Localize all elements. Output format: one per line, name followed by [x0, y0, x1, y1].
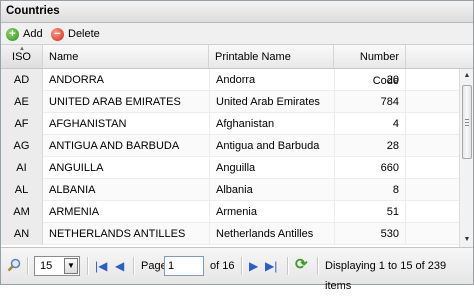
prev-page-icon[interactable]: ◀ [115, 256, 124, 276]
cell-number-code: 28 [334, 135, 406, 157]
table-row[interactable]: AM ARMENIA Armenia 51 [1, 201, 459, 223]
first-page-icon[interactable]: |◀ [95, 256, 107, 276]
cell-printable-name: Andorra [209, 69, 334, 91]
scrollbar-thumb[interactable] [462, 85, 472, 159]
delete-icon: − [51, 27, 64, 41]
column-header-iso[interactable]: ▲ ISO [1, 45, 43, 68]
next-page-icon[interactable]: ▶ [249, 256, 258, 276]
cell-name: ARMENIA [49, 206, 100, 218]
page-label: Page [141, 260, 167, 272]
table-row[interactable]: AN NETHERLANDS ANTILLES Netherlands Antill… [1, 223, 459, 245]
cell-name: AFGHANISTAN [49, 118, 127, 130]
column-header-number-code[interactable]: Number Code [334, 45, 406, 87]
table-row[interactable]: AD ANDORRA Andorra 20 [1, 69, 459, 91]
table-row[interactable]: AG ANTIGUA AND BARBUDA Antigua and Barbuda… [1, 135, 459, 157]
cell-printable-name: Antigua and Barbuda [209, 135, 334, 157]
cell-number-code: 8 [334, 179, 406, 201]
page-number-input[interactable] [164, 256, 204, 276]
cell-iso: AM [1, 201, 43, 223]
cell-iso: AF [1, 113, 43, 135]
cell-iso: AE [1, 91, 43, 113]
scroll-up-icon[interactable]: ▲ [460, 69, 474, 83]
cell-iso: AL [1, 179, 43, 201]
delete-button-label: Delete [68, 28, 100, 40]
cell-name: NETHERLANDS ANTILLES [49, 228, 186, 240]
cell-printable-name: Armenia [209, 201, 334, 223]
cell-name: ANDORRA [49, 74, 105, 86]
cell-number-code: 784 [334, 91, 406, 113]
add-icon: + [6, 27, 19, 41]
cell-name: UNITED ARAB EMIRATES [49, 96, 181, 108]
search-icon[interactable] [7, 258, 21, 278]
toolbar: + Add − Delete [1, 23, 473, 45]
cell-name: ANGUILLA [49, 162, 104, 174]
paging-display-info: Displaying 1 to 15 of 239 items [325, 260, 447, 292]
cell-printable-name: Albania [209, 179, 334, 201]
add-button-label: Add [23, 28, 43, 40]
cell-number-code: 4 [334, 113, 406, 135]
cell-iso: AI [1, 157, 43, 179]
refresh-icon[interactable]: ⟳ [295, 257, 311, 273]
cell-number-code: 51 [334, 201, 406, 223]
cell-number-code: 20 [334, 69, 406, 91]
cell-name: ANTIGUA AND BARBUDA [49, 140, 180, 152]
cell-printable-name: Afghanistan [209, 113, 334, 135]
sort-ascending-icon: ▲ [19, 46, 25, 52]
vertical-scrollbar[interactable]: ▲ ▼ [459, 69, 473, 247]
add-button[interactable]: + Add [6, 26, 43, 42]
table-row[interactable]: AL ALBANIA Albania 8 [1, 179, 459, 201]
cell-number-code: 530 [334, 223, 406, 245]
table-header: ▲ ISO Name Printable Name Number Code [1, 45, 473, 87]
paging-toolbar: 15 ▼ |◀ ◀ Page of 16 ▶ ▶| ⟳ Displaying 1… [1, 247, 473, 292]
cell-iso: AN [1, 223, 43, 245]
column-header-name[interactable]: Name [43, 45, 209, 68]
page-count-label: of 16 [210, 260, 235, 272]
cell-name: ALBANIA [49, 184, 96, 196]
column-header-printable-name[interactable]: Printable Name [209, 45, 334, 68]
cell-number-code: 660 [334, 157, 406, 179]
cell-printable-name: Anguilla [209, 157, 334, 179]
scroll-down-icon[interactable]: ▼ [460, 233, 474, 247]
page-size-select[interactable]: 15 ▼ [34, 256, 80, 276]
cell-printable-name: Netherlands Antilles [209, 223, 334, 245]
last-page-icon[interactable]: ▶| [265, 256, 277, 276]
cell-printable-name: United Arab Emirates [209, 91, 334, 113]
table-row[interactable]: AI ANGUILLA Anguilla 660 [1, 157, 459, 179]
cell-iso: AD [1, 69, 43, 91]
table-body: AD ANDORRA Andorra 20 AE UNITED ARAB EMIRATES… [1, 69, 459, 247]
countries-panel: Countries + Add − Delete ▲ ISO Name Prin… [0, 0, 474, 292]
chevron-down-icon[interactable]: ▼ [64, 258, 78, 274]
delete-button[interactable]: − Delete [51, 26, 100, 42]
panel-title: Countries [1, 1, 473, 23]
table-row[interactable]: AF AFGHANISTAN Afghanistan 4 [1, 113, 459, 135]
table-row[interactable]: AE UNITED ARAB EMIRATES United Arab Emirat… [1, 91, 459, 113]
cell-iso: AG [1, 135, 43, 157]
